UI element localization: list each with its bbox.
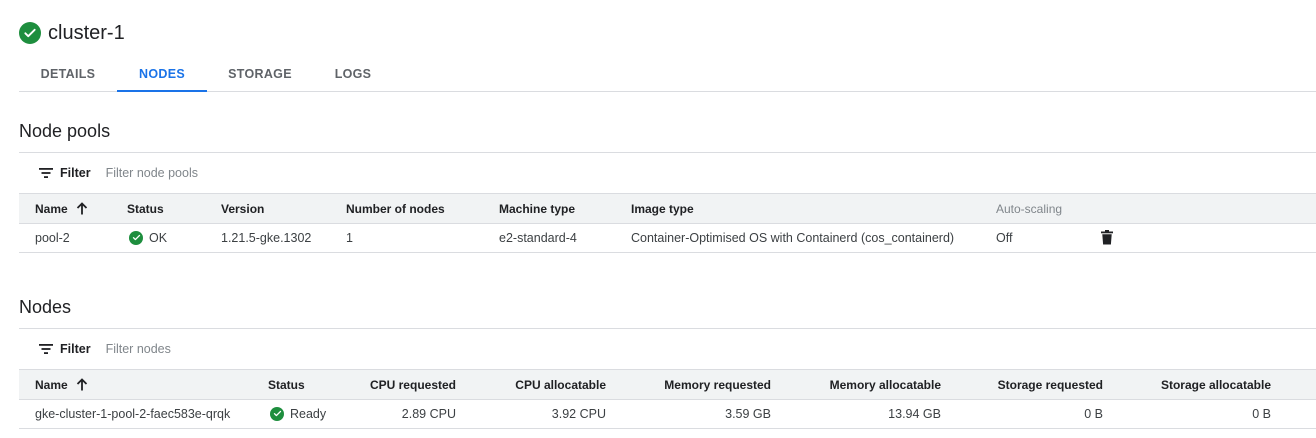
node-memory-allocatable: 13.94 GB (888, 406, 941, 421)
nodes-filter-input[interactable] (105, 342, 406, 356)
tab-nodes[interactable]: NODES (117, 56, 207, 92)
node-pools-heading: Node pools (19, 121, 111, 141)
node-status: Ready (270, 399, 326, 428)
nodes-filter-button[interactable]: Filter (38, 342, 91, 356)
filter-icon (39, 168, 53, 178)
column-header-auto-scaling: Auto-scaling (996, 201, 1063, 216)
divider (19, 328, 1316, 329)
column-header-name[interactable]: Name (35, 370, 88, 399)
tab-details[interactable]: DETAILS (19, 56, 117, 91)
nodes-table-header: Name Status CPU requested CPU allocatabl… (19, 369, 1316, 400)
node-pools-filter-bar: Filter (38, 163, 406, 183)
filter-icon (39, 344, 53, 354)
pool-image-type: Container-Optimised OS with Containerd (… (631, 230, 955, 245)
filter-label: Filter (60, 342, 91, 356)
node-storage-requested: 0 B (1084, 406, 1103, 421)
divider (19, 152, 1316, 153)
cluster-title-row: cluster-1 (19, 20, 125, 46)
tab-storage[interactable]: STORAGE (207, 56, 313, 91)
column-header-memory-requested[interactable]: Memory requested (664, 370, 771, 399)
arrow-up-icon (76, 378, 87, 391)
pool-name[interactable]: pool-2 (35, 223, 70, 252)
node-pools-filter-input[interactable] (105, 166, 406, 180)
tab-logs[interactable]: LOGS (313, 56, 393, 91)
column-header-cpu-allocatable[interactable]: CPU allocatable (515, 370, 606, 399)
column-header-name[interactable]: Name (35, 194, 88, 223)
status-text: OK (149, 230, 168, 245)
node-cpu-allocatable: 3.92 CPU (551, 406, 606, 421)
filter-label: Filter (60, 166, 91, 180)
node-name[interactable]: gke-cluster-1-pool-2-faec583e-qrqk (35, 399, 230, 428)
column-header-number-of-nodes[interactable]: Number of nodes (346, 194, 445, 223)
table-row[interactable]: gke-cluster-1-pool-2-faec583e-qrqk Ready… (19, 399, 1316, 429)
page-title: cluster-1 (48, 21, 125, 44)
trash-icon[interactable] (1100, 223, 1114, 252)
column-header-storage-requested[interactable]: Storage requested (998, 370, 1103, 399)
node-memory-requested: 3.59 GB (725, 406, 771, 421)
node-pools-filter-button[interactable]: Filter (38, 166, 91, 180)
status-text: Ready (290, 406, 327, 421)
node-cpu-requested: 2.89 CPU (401, 406, 456, 421)
column-header-version[interactable]: Version (221, 194, 264, 223)
nodes-heading: Nodes (19, 297, 72, 317)
pool-version: 1.21.5-gke.1302 (221, 230, 312, 245)
pool-node-count: 1 (346, 230, 353, 245)
check-circle-icon (129, 230, 143, 245)
tab-bar: DETAILS NODES STORAGE LOGS (19, 56, 1316, 92)
column-header-image-type[interactable]: Image type (631, 194, 694, 223)
column-header-machine-type[interactable]: Machine type (499, 194, 575, 223)
check-circle-icon (19, 22, 41, 44)
pool-autoscaling: Off (996, 230, 1013, 245)
node-storage-allocatable: 0 B (1252, 406, 1271, 421)
pool-machine-type: e2-standard-4 (499, 230, 577, 245)
pool-status: OK (129, 223, 167, 252)
arrow-up-icon (76, 202, 87, 215)
table-row[interactable]: pool-2 OK 1.21.5-gke.1302 1 e2-standard-… (19, 223, 1316, 253)
check-circle-icon (270, 406, 284, 421)
column-header-memory-allocatable[interactable]: Memory allocatable (830, 370, 941, 399)
column-header-cpu-requested[interactable]: CPU requested (370, 370, 456, 399)
column-header-status[interactable]: Status (268, 370, 305, 399)
column-header-storage-allocatable[interactable]: Storage allocatable (1161, 370, 1271, 399)
column-header-status[interactable]: Status (127, 194, 164, 223)
node-pools-table-header: Name Status Version Number of nodes Mach… (19, 193, 1316, 224)
nodes-filter-bar: Filter (38, 339, 406, 359)
